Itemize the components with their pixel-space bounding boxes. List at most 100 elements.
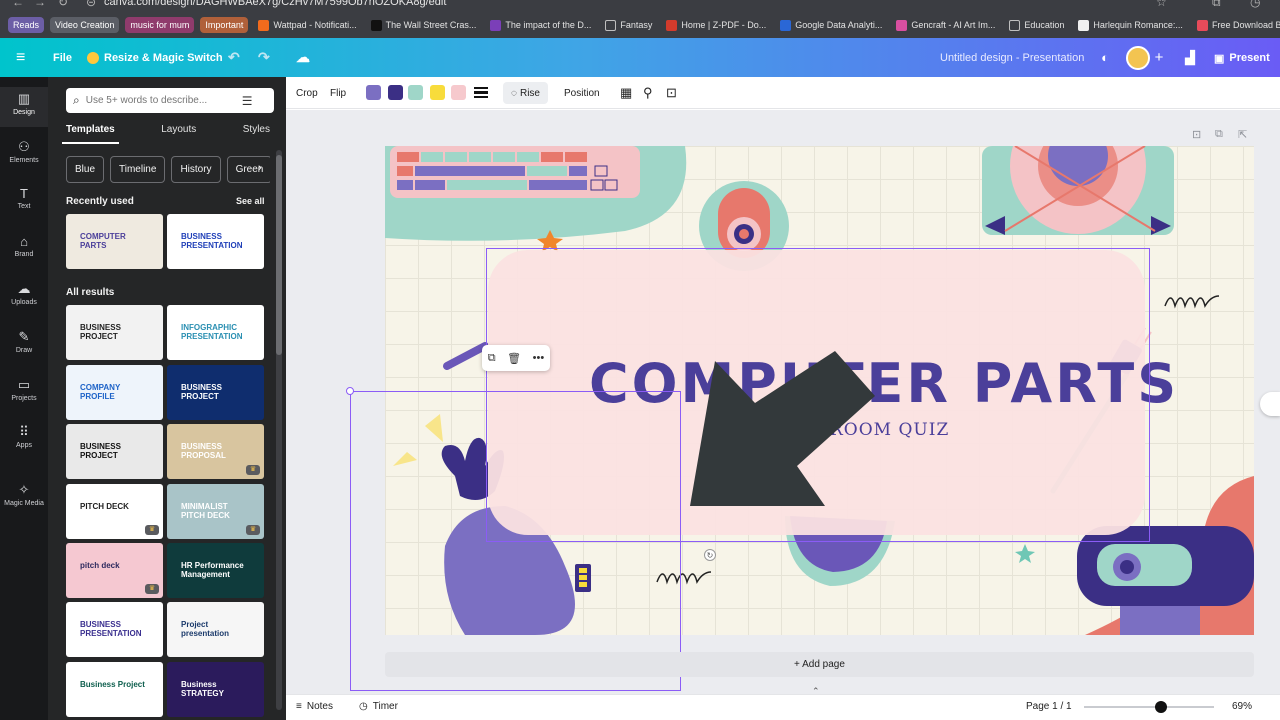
- template-thumbnail[interactable]: Business Project: [66, 662, 163, 717]
- rail-item-brand[interactable]: ⌂ Brand: [0, 230, 48, 270]
- menu-icon[interactable]: ≡: [16, 38, 25, 77]
- template-thumbnail[interactable]: pitch deck ♛: [66, 543, 163, 598]
- add-page-button[interactable]: + Add page: [385, 652, 1254, 677]
- template-thumbnail[interactable]: BUSINESS PROJECT: [66, 424, 163, 479]
- panel-scrollbar[interactable]: [276, 150, 282, 710]
- page-lock-icon[interactable]: ⊡: [1192, 128, 1201, 141]
- bookmark-link[interactable]: Gencraft - AI Art Im...: [892, 19, 999, 31]
- filter-icon[interactable]: ☰: [242, 94, 253, 108]
- timer-button[interactable]: ◷ Timer: [359, 701, 398, 712]
- undo-icon[interactable]: ↶: [228, 38, 240, 77]
- rail-item-draw[interactable]: ✎ Draw: [0, 325, 48, 365]
- chip-blue[interactable]: Blue: [66, 156, 105, 183]
- trash-icon[interactable]: 🗑: [507, 352, 521, 365]
- position-button[interactable]: Position: [564, 84, 600, 102]
- design-title[interactable]: Untitled design - Presentation: [940, 38, 1084, 77]
- flip-button[interactable]: Flip: [330, 84, 346, 102]
- bookmark-link[interactable]: Free Download Books: [1193, 19, 1280, 31]
- chip-history[interactable]: History: [171, 156, 221, 183]
- template-thumbnail[interactable]: Business STRATEGY: [167, 662, 264, 717]
- sync-status-icon[interactable]: ◐: [1094, 45, 1116, 70]
- chip-green[interactable]: Green: [226, 156, 270, 183]
- lock-icon[interactable]: ⊡: [666, 84, 677, 102]
- template-thumbnail[interactable]: BUSINESS PROJECT: [167, 365, 264, 420]
- bookmark-link[interactable]: The impact of the D...: [486, 19, 595, 31]
- bookmark-link[interactable]: Harlequin Romance:...: [1074, 19, 1187, 31]
- copy-style-icon[interactable]: ⚲: [643, 84, 653, 102]
- duplicate-page-icon[interactable]: ⧉: [1215, 128, 1223, 141]
- more-options-icon[interactable]: •••: [533, 352, 545, 364]
- color-swatch[interactable]: [366, 85, 381, 100]
- template-search-input[interactable]: [85, 95, 236, 106]
- present-button[interactable]: ▣ Present: [1206, 46, 1278, 70]
- chevron-right-icon[interactable]: ›: [258, 162, 262, 174]
- zoom-slider-track[interactable]: [1084, 706, 1214, 708]
- user-avatar[interactable]: [1126, 46, 1150, 70]
- duplicate-icon[interactable]: ⧉: [488, 352, 496, 365]
- history-icon[interactable]: ◷: [1250, 0, 1260, 9]
- insights-icon[interactable]: ▟: [1180, 45, 1200, 70]
- rail-item-magic-media[interactable]: ✧ Magic Media: [0, 478, 48, 518]
- rail-item-uploads[interactable]: ☁ Uploads: [0, 277, 48, 317]
- address-bar[interactable]: ← → ↻ ⊝ canva.com/design/DAGHWBAeX7g/CzH…: [0, 0, 1280, 12]
- animate-rise-button[interactable]: ◌ Rise: [503, 82, 548, 104]
- template-thumbnail[interactable]: HR Performance Management: [167, 543, 264, 598]
- template-thumbnail[interactable]: BUSINESS PRESENTATION: [66, 602, 163, 657]
- line-weight-icon[interactable]: [474, 86, 488, 99]
- notes-button[interactable]: ≡ Notes: [296, 701, 333, 712]
- template-thumbnail[interactable]: Project presentation: [167, 602, 264, 657]
- page-indicator[interactable]: Page 1 / 1: [1026, 701, 1072, 712]
- extensions-icon[interactable]: ⧉: [1212, 0, 1221, 10]
- transparency-icon[interactable]: ▦: [620, 84, 632, 102]
- color-swatch[interactable]: [430, 85, 445, 100]
- template-thumbnail[interactable]: COMPUTER PARTS: [66, 214, 163, 269]
- rail-item-elements[interactable]: ⚇ Elements: [0, 135, 48, 175]
- template-thumbnail[interactable]: MINIMALIST PITCH DECK ♛: [167, 484, 264, 539]
- rail-item-projects[interactable]: ▭ Projects: [0, 373, 48, 413]
- template-thumbnail[interactable]: INFOGRAPHIC PRESENTATION: [167, 305, 264, 360]
- add-collaborator-icon[interactable]: +: [1150, 45, 1168, 70]
- back-icon[interactable]: ←: [12, 0, 24, 9]
- template-thumbnail[interactable]: PITCH DECK ♛: [66, 484, 163, 539]
- bookmark-chip[interactable]: music for mum: [125, 17, 195, 33]
- rail-item-text[interactable]: T Text: [0, 182, 48, 222]
- url-text[interactable]: canva.com/design/DAGHWBAeX7g/CzHv7M7599O…: [104, 0, 446, 8]
- color-swatch[interactable]: [388, 85, 403, 100]
- bookmark-star-icon[interactable]: ☆: [1156, 0, 1167, 9]
- panel-scroll-thumb[interactable]: [276, 155, 282, 355]
- cloud-saved-icon[interactable]: ☁: [296, 38, 310, 77]
- bookmark-link[interactable]: Google Data Analyti...: [776, 19, 886, 31]
- resize-magic-switch-button[interactable]: Resize & Magic Switch: [87, 38, 223, 77]
- template-thumbnail[interactable]: BUSINESS PRESENTATION: [167, 214, 264, 269]
- bookmark-link[interactable]: The Wall Street Cras...: [367, 19, 481, 31]
- reload-icon[interactable]: ↻: [58, 0, 68, 9]
- site-info-icon[interactable]: ⊝: [86, 0, 96, 9]
- add-page-icon[interactable]: ⇱: [1238, 128, 1247, 141]
- tab-styles[interactable]: Styles: [239, 120, 274, 144]
- color-swatch[interactable]: [408, 85, 423, 100]
- bookmark-chip[interactable]: Important: [200, 17, 249, 33]
- tab-templates[interactable]: Templates: [62, 120, 119, 144]
- file-menu-button[interactable]: File: [53, 38, 72, 77]
- rotate-handle-icon[interactable]: ↻: [704, 549, 716, 561]
- bookmark-folder[interactable]: Education: [1005, 19, 1068, 31]
- see-all-link[interactable]: See all: [236, 196, 265, 206]
- rail-item-design[interactable]: ▥ Design: [0, 87, 48, 127]
- template-thumbnail[interactable]: BUSINESS PROPOSAL ♛: [167, 424, 264, 479]
- resize-handle[interactable]: [346, 387, 354, 395]
- bookmark-chip[interactable]: Reads: [8, 17, 45, 33]
- color-swatch[interactable]: [451, 85, 466, 100]
- chip-timeline[interactable]: Timeline: [110, 156, 166, 183]
- bookmark-folder[interactable]: Fantasy: [601, 19, 656, 31]
- rail-item-apps[interactable]: ⠿ Apps: [0, 420, 48, 460]
- robot-selection-box[interactable]: [350, 391, 681, 691]
- template-search-box[interactable]: ⌕ ☰: [66, 88, 274, 113]
- bookmark-link[interactable]: Wattpad - Notificati...: [254, 19, 360, 31]
- forward-icon[interactable]: →: [34, 0, 46, 9]
- template-thumbnail[interactable]: COMPANY PROFILE: [66, 365, 163, 420]
- comment-icon[interactable]: [1260, 392, 1280, 416]
- zoom-percentage[interactable]: 69%: [1232, 701, 1252, 712]
- zoom-slider-knob[interactable]: [1154, 701, 1167, 713]
- template-thumbnail[interactable]: BUSINESS PROJECT: [66, 305, 163, 360]
- crop-button[interactable]: Crop: [296, 84, 318, 102]
